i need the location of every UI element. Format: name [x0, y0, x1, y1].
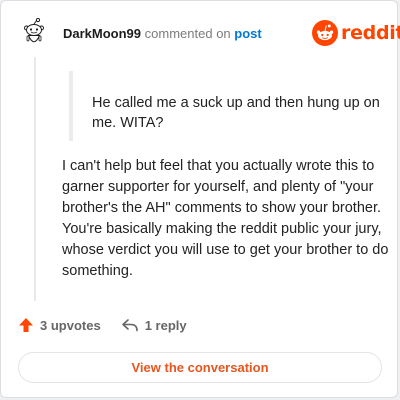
- action-text: commented on: [144, 26, 231, 41]
- reply-button[interactable]: 1 reply: [121, 318, 187, 333]
- avatar[interactable]: [18, 17, 50, 50]
- reddit-brand[interactable]: reddit: [312, 20, 400, 46]
- comment-footer: 3 upvotes 1 reply: [18, 317, 187, 333]
- snoo-avatar-icon: [18, 17, 50, 50]
- reddit-logo-icon: [312, 20, 338, 46]
- upvote-arrow-icon: [19, 318, 33, 332]
- quote-bar: [69, 71, 73, 141]
- comment-card: DarkMoon99 commented on post reddit He c…: [0, 0, 400, 398]
- upvote-count: 3 upvotes: [40, 317, 101, 333]
- comment-body: I can't help but feel that you actually …: [62, 158, 389, 279]
- post-link[interactable]: post: [234, 26, 261, 41]
- brand-name: reddit: [341, 22, 400, 44]
- quoted-comment: He called me a suck up and then hung up …: [92, 95, 380, 131]
- upvote-button[interactable]: 3 upvotes: [18, 317, 101, 333]
- comment-header: DarkMoon99 commented on post: [63, 26, 262, 42]
- thread-line: [34, 57, 36, 301]
- username[interactable]: DarkMoon99: [63, 26, 141, 41]
- view-conversation-button[interactable]: View the conversation: [18, 352, 382, 383]
- reply-arrow-icon: [121, 319, 138, 332]
- reply-count: 1 reply: [144, 317, 187, 333]
